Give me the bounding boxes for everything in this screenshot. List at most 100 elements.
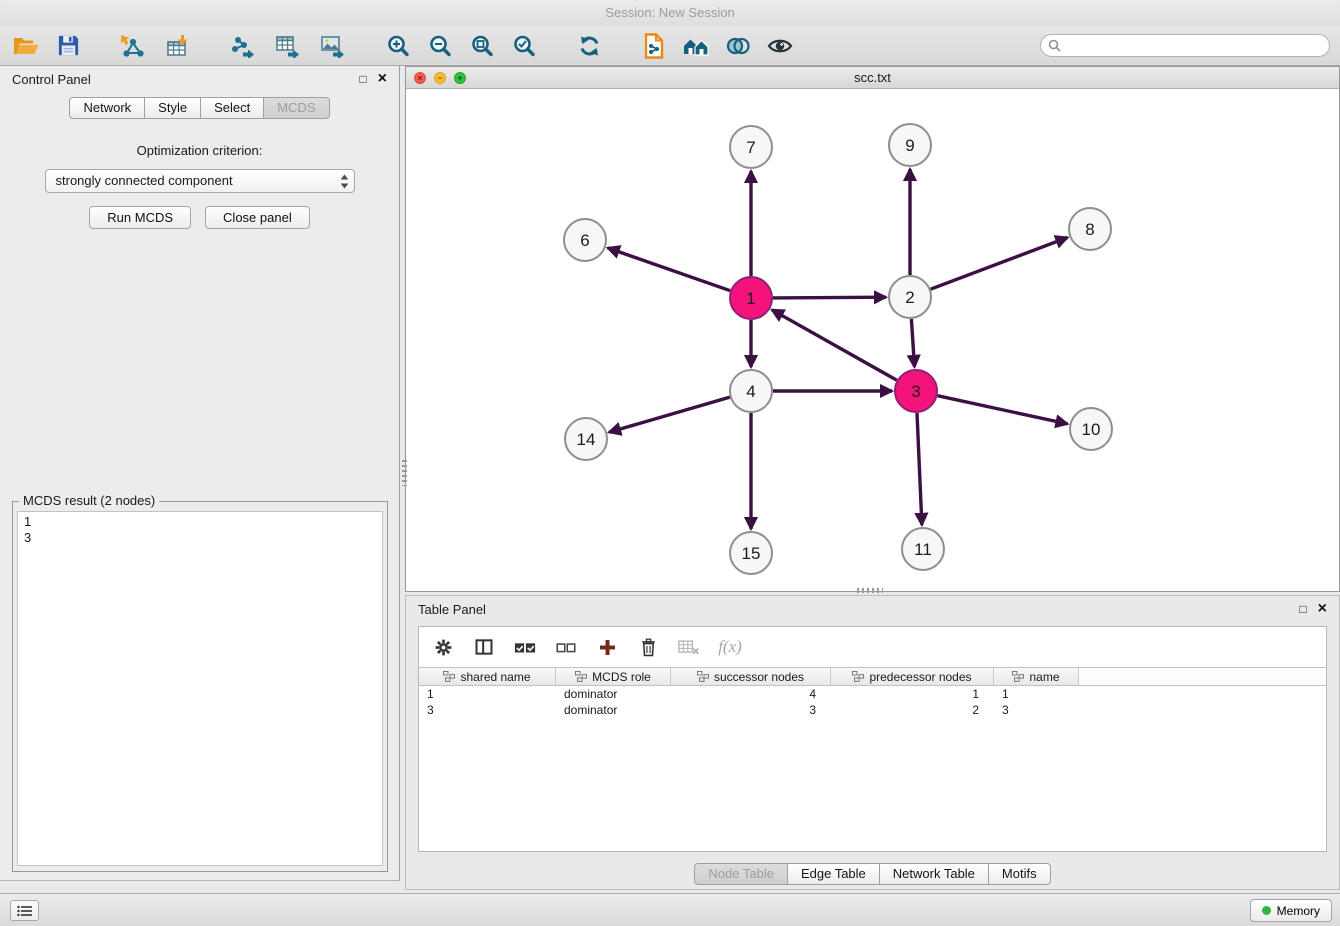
zoom-fit-button[interactable] xyxy=(466,30,498,62)
node-14[interactable]: 14 xyxy=(565,418,607,460)
float-table-panel-icon[interactable]: □ xyxy=(1299,603,1306,615)
column-header-shared-name[interactable]: shared name xyxy=(419,668,556,685)
criterion-dropdown-value: strongly connected component xyxy=(56,173,233,188)
column-header-mcds-role[interactable]: MCDS role xyxy=(556,668,671,685)
edge-1-6[interactable] xyxy=(608,248,731,291)
select-all-columns-button[interactable] xyxy=(513,635,537,659)
venn-tool-button[interactable] xyxy=(722,30,754,62)
trash-icon xyxy=(639,637,658,658)
apply-layout-button[interactable] xyxy=(573,30,605,62)
node-10[interactable]: 10 xyxy=(1070,408,1112,450)
edge-2-8[interactable] xyxy=(931,238,1068,290)
import-network-button[interactable] xyxy=(117,30,149,62)
close-panel-icon[interactable]: × xyxy=(378,72,387,86)
node-2[interactable]: 2 xyxy=(889,276,931,318)
close-mcds-panel-button[interactable]: Close panel xyxy=(205,206,310,229)
zoom-in-icon xyxy=(386,34,410,58)
column-header-predecessor-nodes[interactable]: predecessor nodes xyxy=(831,668,994,685)
tab-motifs[interactable]: Motifs xyxy=(989,863,1051,885)
delete-column-button[interactable] xyxy=(636,635,660,659)
list-icon xyxy=(17,905,33,917)
deselect-all-columns-button[interactable] xyxy=(554,635,578,659)
window-zoom-icon[interactable]: + xyxy=(454,72,466,84)
export-table-button[interactable] xyxy=(272,30,304,62)
zoom-in-button[interactable] xyxy=(382,30,414,62)
network-canvas[interactable]: 7 9 6 8 1 2 4 3 14 10 15 11 xyxy=(406,89,1339,591)
edge-2-3[interactable] xyxy=(911,319,914,367)
column-header-label: successor nodes xyxy=(714,670,804,684)
table-panel-header: Table Panel □ × xyxy=(406,596,1339,622)
node-3[interactable]: 3 xyxy=(895,370,937,412)
home-button[interactable] xyxy=(680,30,712,62)
create-column-button[interactable] xyxy=(595,635,619,659)
node-8[interactable]: 8 xyxy=(1069,208,1111,250)
export-network-icon xyxy=(230,34,256,58)
save-session-button[interactable] xyxy=(52,30,84,62)
application-window: Session: New Session xyxy=(0,0,1340,926)
splitter-grip-horizontal[interactable] xyxy=(857,588,883,593)
node-6[interactable]: 6 xyxy=(564,219,606,261)
show-column-panel-button[interactable] xyxy=(472,635,496,659)
table-row[interactable]: 3dominator323 xyxy=(419,702,1326,718)
svg-text:6: 6 xyxy=(580,231,589,250)
table-row[interactable]: 1dominator411 xyxy=(419,686,1326,702)
table-cell: 1 xyxy=(994,686,1079,702)
tab-style[interactable]: Style xyxy=(145,97,201,119)
criterion-dropdown[interactable]: strongly connected component xyxy=(45,169,355,193)
zoom-out-button[interactable] xyxy=(424,30,456,62)
close-table-panel-icon[interactable]: × xyxy=(1318,602,1327,616)
zoom-out-icon xyxy=(428,34,452,58)
edge-3-1[interactable] xyxy=(772,310,897,380)
tab-network-table[interactable]: Network Table xyxy=(880,863,989,885)
zoom-selected-button[interactable] xyxy=(508,30,540,62)
tab-node-table[interactable]: Node Table xyxy=(694,863,788,885)
column-type-icon xyxy=(575,671,587,682)
float-panel-icon[interactable]: □ xyxy=(359,73,366,85)
edge-4-14[interactable] xyxy=(609,397,730,432)
run-mcds-button[interactable]: Run MCDS xyxy=(89,206,191,229)
import-table-button[interactable] xyxy=(162,30,194,62)
tab-network[interactable]: Network xyxy=(69,97,145,119)
splitter-grip-vertical[interactable] xyxy=(402,460,407,486)
edge-1-2[interactable] xyxy=(773,297,886,298)
mcds-result-list[interactable]: 13 xyxy=(17,511,383,866)
column-header-name[interactable]: name xyxy=(994,668,1079,685)
table-cell: 2 xyxy=(831,702,994,718)
function-builder-button[interactable]: f(x) xyxy=(718,635,742,659)
gear-icon xyxy=(433,637,454,658)
export-network-button[interactable] xyxy=(227,30,259,62)
show-hide-button[interactable] xyxy=(764,30,796,62)
network-window-titlebar[interactable]: × − + scc.txt xyxy=(406,67,1339,89)
export-image-button[interactable] xyxy=(317,30,349,62)
mcds-result-item: 1 xyxy=(24,514,376,530)
column-header-successor-nodes[interactable]: successor nodes xyxy=(671,668,831,685)
node-7[interactable]: 7 xyxy=(730,126,772,168)
svg-text:14: 14 xyxy=(577,430,596,449)
edge-3-11[interactable] xyxy=(917,413,922,525)
open-session-button[interactable] xyxy=(10,30,42,62)
node-4[interactable]: 4 xyxy=(730,370,772,412)
delete-table-button[interactable] xyxy=(677,635,701,659)
node-1[interactable]: 1 xyxy=(730,277,772,319)
document-network-icon xyxy=(642,33,666,59)
memory-button[interactable]: Memory xyxy=(1250,899,1332,922)
window-minimize-icon[interactable]: − xyxy=(434,72,446,84)
node-9[interactable]: 9 xyxy=(889,124,931,166)
session-document-button[interactable] xyxy=(638,30,670,62)
table-settings-button[interactable] xyxy=(431,635,455,659)
optimization-criterion-label: Optimization criterion: xyxy=(0,143,399,158)
tab-mcds[interactable]: MCDS xyxy=(264,97,329,119)
node-15[interactable]: 15 xyxy=(730,532,772,574)
tab-select[interactable]: Select xyxy=(201,97,264,119)
main-toolbar xyxy=(0,26,1340,66)
table-panel-title: Table Panel xyxy=(418,602,486,617)
window-titlebar[interactable]: Session: New Session xyxy=(0,0,1340,26)
edge-3-10[interactable] xyxy=(938,396,1068,424)
export-table-icon xyxy=(275,34,301,58)
task-history-button[interactable] xyxy=(10,900,39,921)
node-11[interactable]: 11 xyxy=(902,528,944,570)
search-input[interactable] xyxy=(1040,34,1330,57)
tab-edge-table[interactable]: Edge Table xyxy=(788,863,880,885)
window-close-icon[interactable]: × xyxy=(414,72,426,84)
table-cell: 4 xyxy=(671,686,831,702)
